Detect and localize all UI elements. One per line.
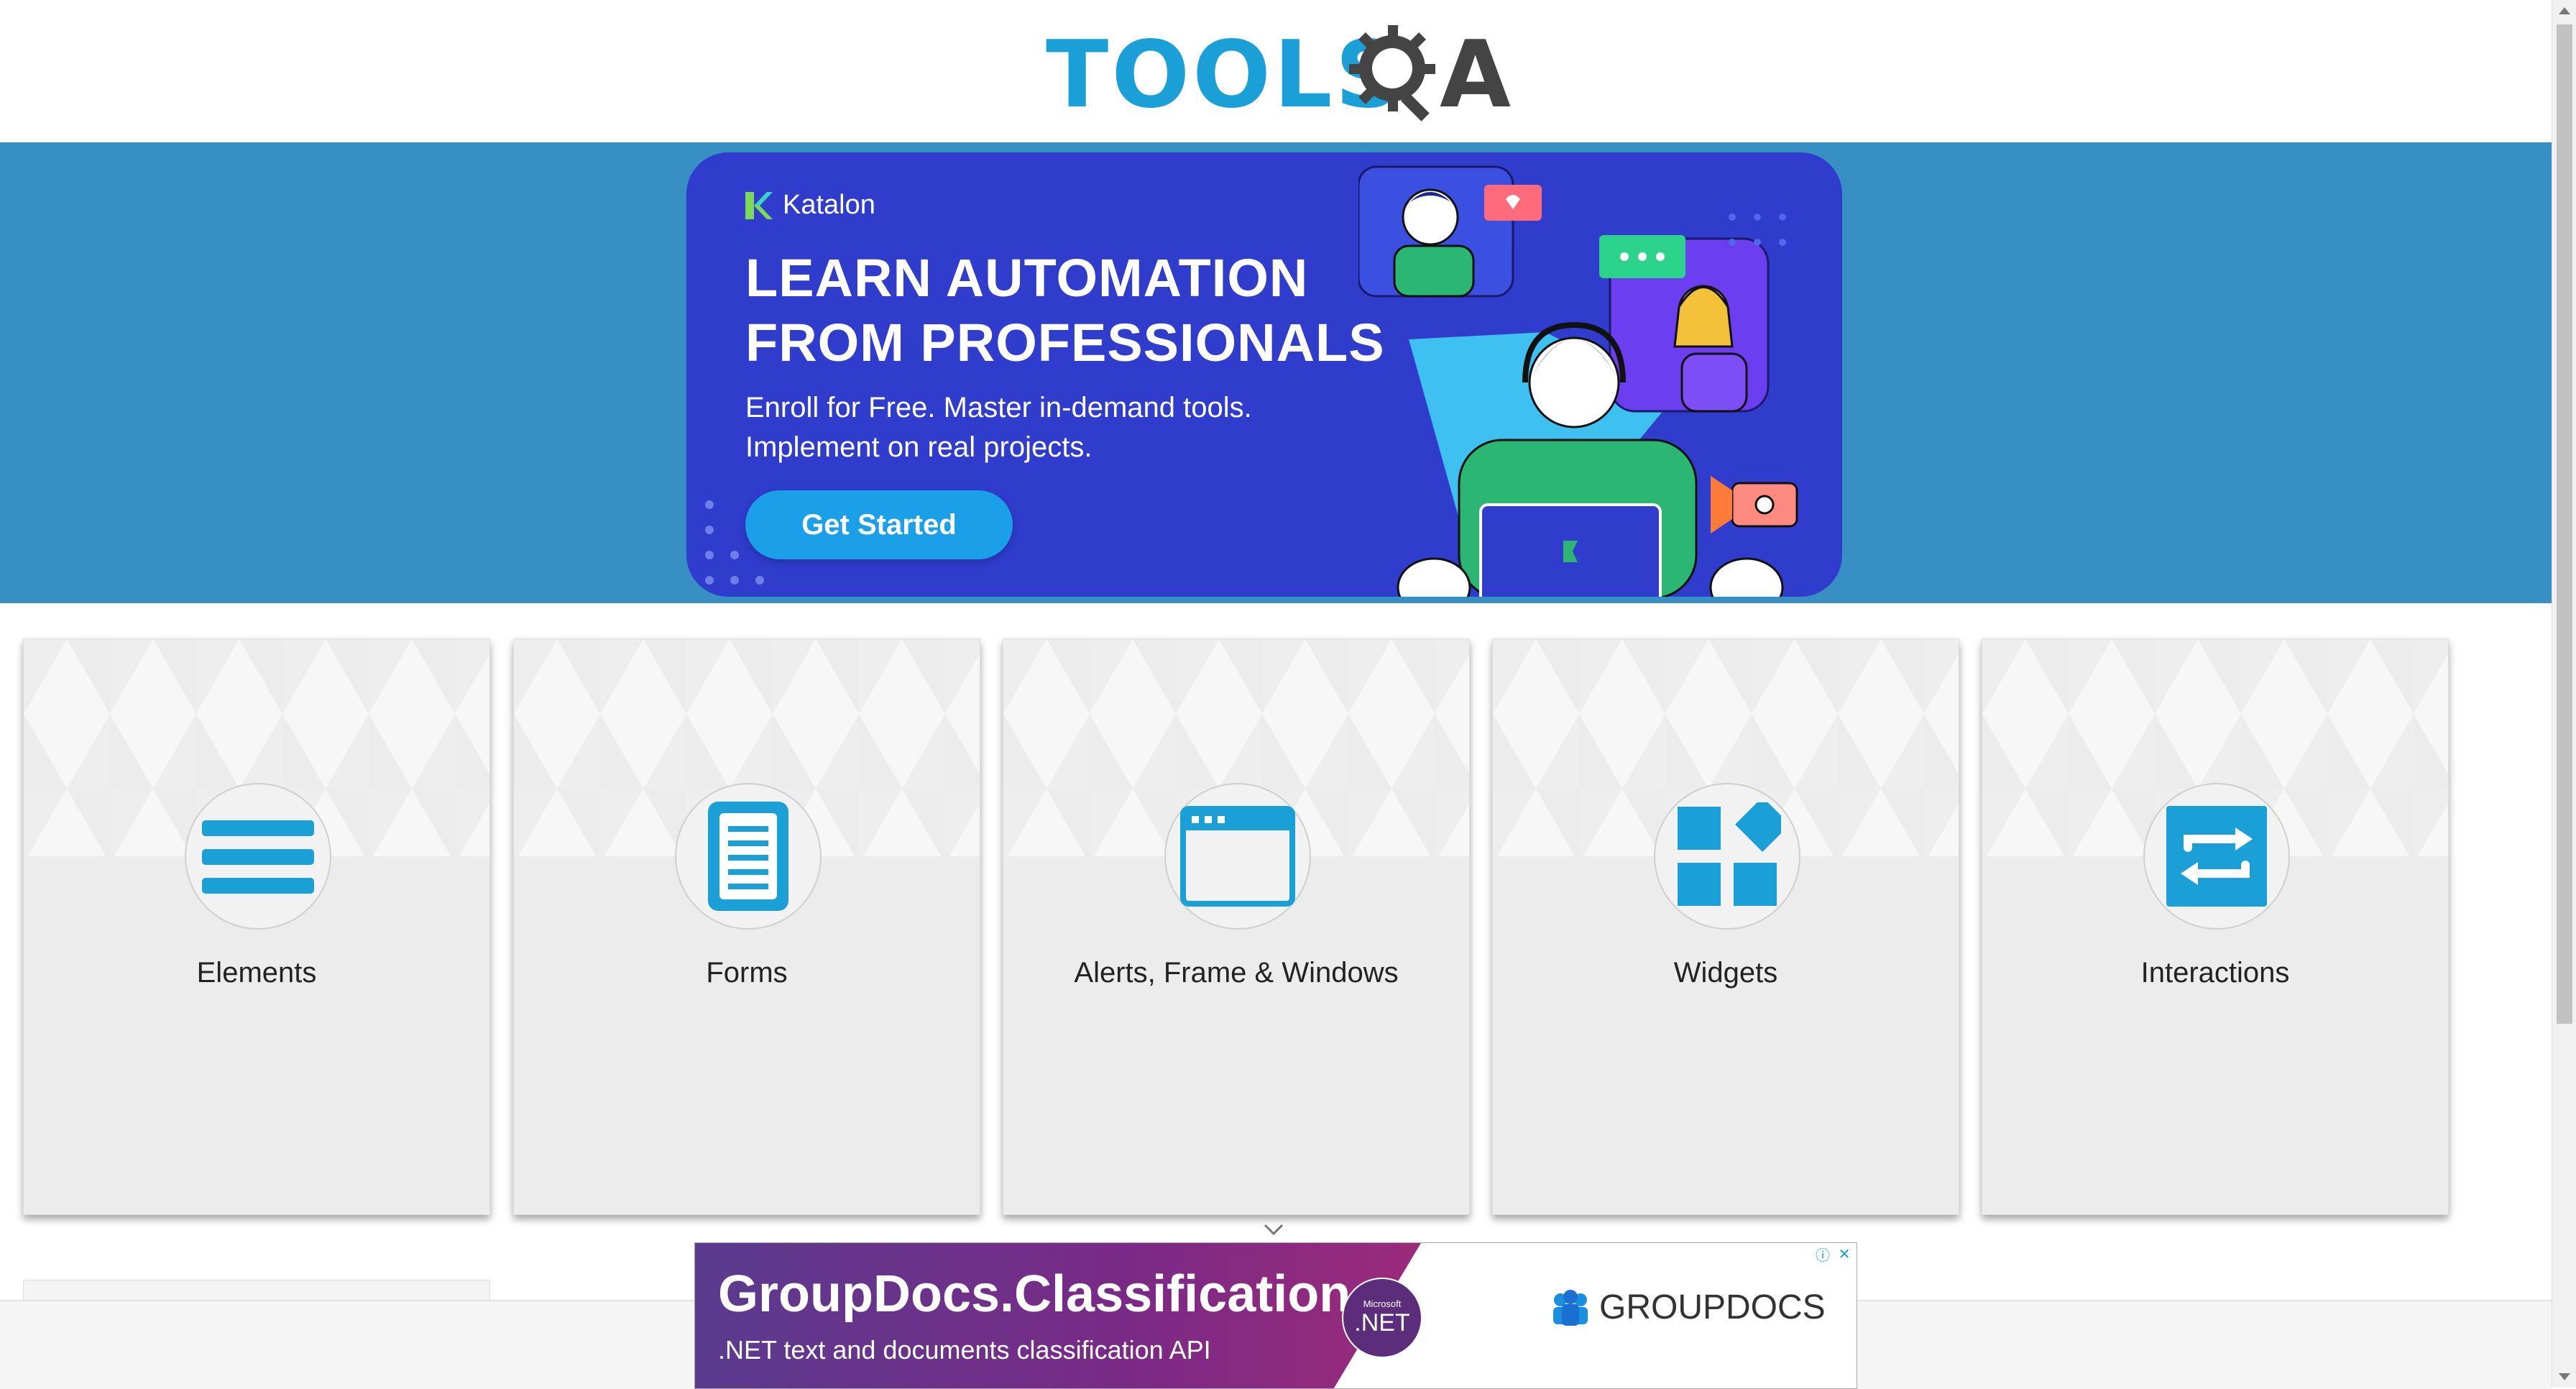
widgets-icon [1678,802,1781,906]
katalon-brand: Katalon [745,190,875,221]
hamburger-icon [202,820,314,894]
card-interactions[interactable]: Interactions [1982,638,2449,1215]
card-elements[interactable]: Elements [23,638,490,1215]
card-widgets[interactable]: Widgets [1492,638,1959,1215]
card-title: Interactions [2140,957,2290,989]
ad-title: GroupDocs.Classification [718,1265,1351,1323]
developers-illustration [1358,165,1798,597]
badge-small: Microsoft [1363,1298,1402,1309]
badge-text: .NET [1354,1309,1410,1337]
groupdocs-ad[interactable]: GroupDocs.Classification .NET text and d… [694,1242,1857,1389]
card-title: Elements [196,957,317,989]
swap-arrows-icon [2166,806,2267,907]
get-started-button[interactable]: Get Started [745,490,1013,559]
ad-subtitle: .NET text and documents classification A… [718,1335,1211,1365]
card-title: Alerts, Frame & Windows [1074,957,1399,989]
groupdocs-people-icon [1553,1289,1588,1326]
info-icon[interactable]: ⓘ [1813,1244,1832,1264]
scroll-up-icon[interactable] [2559,7,2570,14]
headline-line-1: LEARN AUTOMATION [745,248,1309,308]
card-icon-holder [185,783,331,930]
card-icon-holder [1164,783,1311,930]
scroll-thumb[interactable] [2557,24,2572,1024]
katalon-ad[interactable]: Katalon LEARN AUTOMATION FROM PROFESSION… [686,152,1842,597]
card-alerts-frame-windows[interactable]: Alerts, Frame & Windows [1003,638,1470,1215]
toolsqa-logo[interactable]: TOOLS A [1046,18,1513,133]
ad-subtext: Enroll for Free. Master in-demand tools.… [745,388,1252,467]
card-title: Forms [706,957,788,989]
groupdocs-logo: GROUPDOCS [1550,1288,1826,1327]
ad-headline: LEARN AUTOMATION FROM PROFESSIONALS [745,246,1385,375]
subtext-line-1: Enroll for Free. Master in-demand tools. [745,392,1252,423]
dotnet-badge: Microsoft .NET [1342,1278,1422,1358]
document-icon [708,802,788,911]
card-icon-holder [675,783,822,930]
headline-line-2: FROM PROFESSIONALS [745,313,1385,372]
card-forms[interactable]: Forms [513,638,980,1215]
katalon-logo-icon [745,191,773,219]
logo-suffix: A [1440,22,1512,129]
page-scrollbar[interactable] [2552,0,2576,1388]
card-title: Widgets [1673,957,1778,989]
browser-window-icon [1180,806,1295,907]
close-icon[interactable]: ✕ [1835,1244,1854,1263]
adchoices[interactable]: ⓘ ✕ [1813,1244,1854,1264]
brand-name: Katalon [783,190,875,220]
site-header: TOOLS A [0,0,2552,142]
gear-magnifier-icon [1349,25,1435,122]
subtext-line-2: Implement on real projects. [745,431,1092,463]
scroll-down-icon[interactable] [2559,1373,2570,1380]
card-icon-holder [2143,783,2290,930]
card-icon-holder [1654,783,1800,930]
groupdocs-brand: GROUPDOCS [1599,1288,1826,1326]
chevron-down-icon[interactable] [1264,1222,1284,1237]
